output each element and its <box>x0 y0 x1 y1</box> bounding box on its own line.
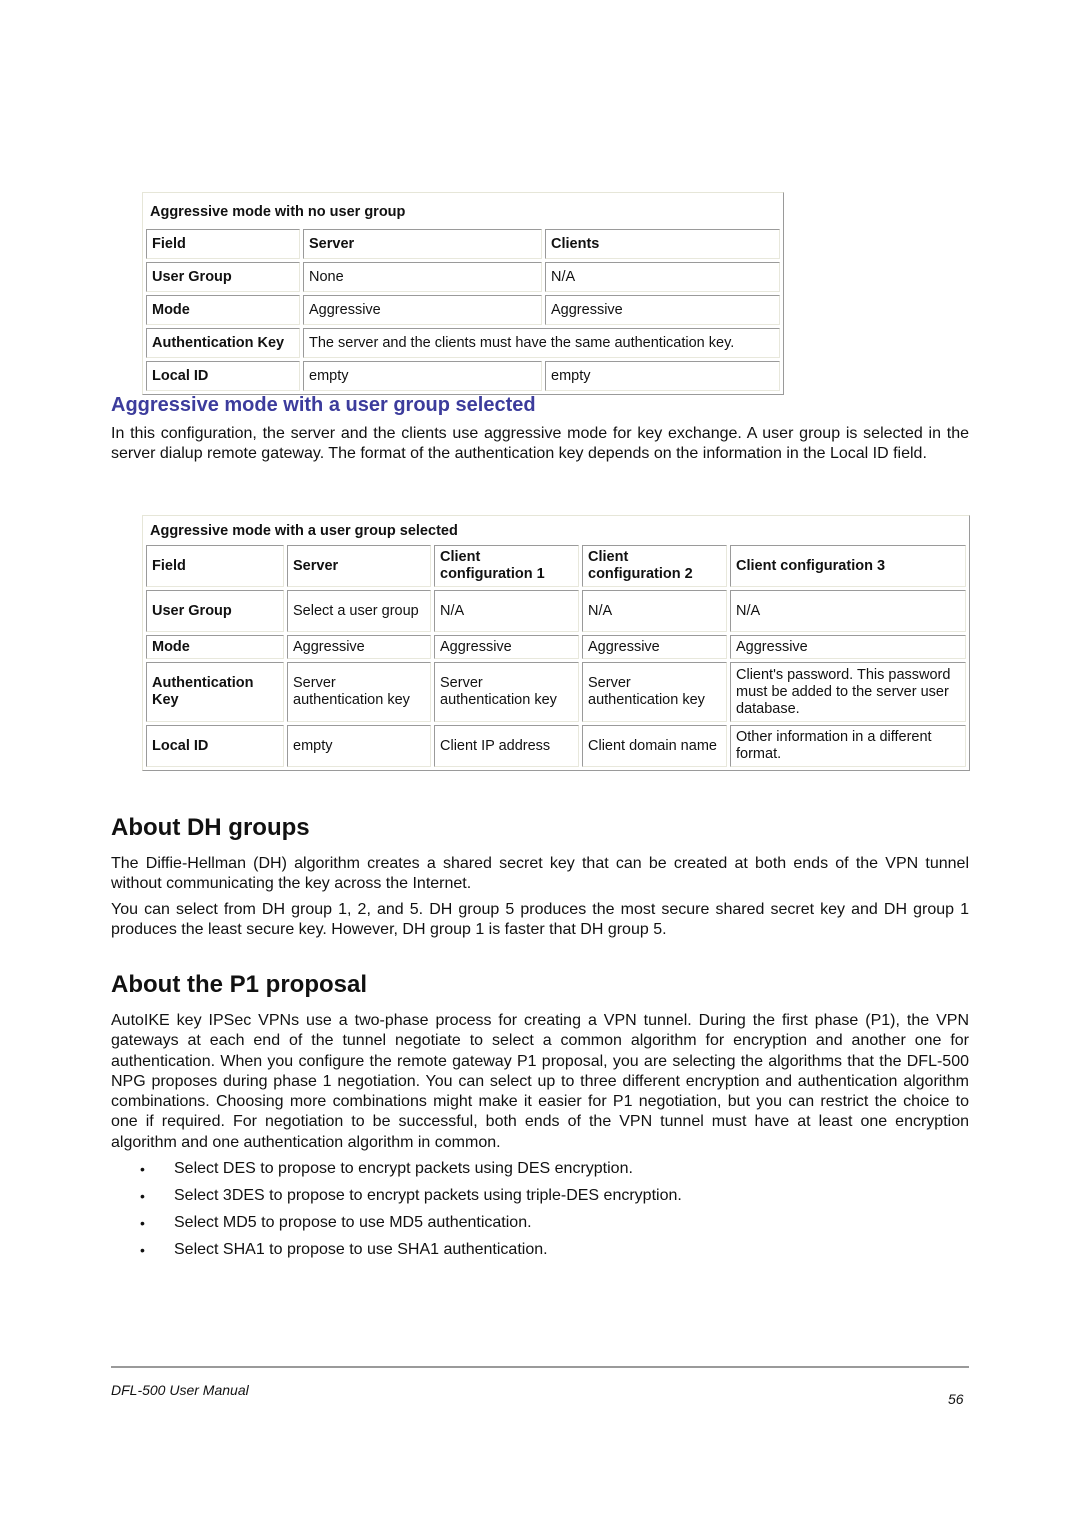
footer-divider <box>111 1366 969 1368</box>
cell-server: empty <box>303 361 542 391</box>
header-client-config-1: Client configuration 1 <box>434 545 579 587</box>
cell-field: Authentication Key <box>146 328 300 358</box>
header-field: Field <box>146 545 284 587</box>
header-client-config-3: Client configuration 3 <box>730 545 966 587</box>
list-item-text: Select 3DES to propose to encrypt packet… <box>174 1187 682 1204</box>
cell-field: Mode <box>146 635 284 659</box>
table-header-row: Field Server Clients <box>146 229 780 259</box>
cell-client-1: Aggressive <box>434 635 579 659</box>
cell-field: User Group <box>146 262 300 292</box>
cell-field: Local ID <box>146 725 284 767</box>
cell-client-3: Client's password. This password must be… <box>730 662 966 722</box>
table-row: Authentication Key The server and the cl… <box>146 328 780 358</box>
paragraph-user-group: In this configuration, the server and th… <box>111 425 969 463</box>
table-aggressive-user-group-selected: Aggressive mode with a user group select… <box>142 515 970 771</box>
list-item: • Select DES to propose to encrypt packet… <box>140 1159 682 1186</box>
cell-client-2: N/A <box>582 590 727 632</box>
cell-server: Aggressive <box>287 635 431 659</box>
paragraph-p1: AutoIKE key IPSec VPNs use a two-phase p… <box>111 1012 969 1151</box>
list-item-text: Select MD5 to propose to use MD5 authent… <box>174 1214 532 1231</box>
header-clients: Clients <box>545 229 780 259</box>
header-server: Server <box>287 545 431 587</box>
cell-client-1: Client IP address <box>434 725 579 767</box>
list-item: • Select MD5 to propose to use MD5 authen… <box>140 1213 682 1240</box>
table-aggressive-no-user-group: Aggressive mode with no user group Field… <box>142 192 784 395</box>
cell-client-2: Server authentication key <box>582 662 727 722</box>
header-server: Server <box>303 229 542 259</box>
page-number: 56 <box>948 1391 964 1407</box>
cell-client-1: N/A <box>434 590 579 632</box>
cell-merged: The server and the clients must have the… <box>303 328 780 358</box>
paragraph-dh-2: You can select from DH group 1, 2, and 5… <box>111 901 969 939</box>
cell-clients: empty <box>545 361 780 391</box>
cell-client-1: Server authentication key <box>434 662 579 722</box>
cell-field: User Group <box>146 590 284 632</box>
header-client-config-2: Client configuration 2 <box>582 545 727 587</box>
section-heading-dh-groups: About DH groups <box>111 814 310 841</box>
table-header-row: Field Server Client configuration 1 Clie… <box>146 545 966 587</box>
cell-field: Local ID <box>146 361 300 391</box>
paragraph-dh-1: The Diffie-Hellman (DH) algorithm create… <box>111 855 969 893</box>
cell-server: Select a user group <box>287 590 431 632</box>
header-field: Field <box>146 229 300 259</box>
table-caption: Aggressive mode with a user group select… <box>150 523 458 539</box>
list-item-text: Select DES to propose to encrypt packets… <box>174 1160 633 1177</box>
cell-server: None <box>303 262 542 292</box>
bullet-icon: • <box>140 1188 145 1204</box>
cell-clients: Aggressive <box>545 295 780 325</box>
table-row: Local ID empty Client IP address Client … <box>146 725 966 767</box>
cell-client-3: N/A <box>730 590 966 632</box>
cell-field: Mode <box>146 295 300 325</box>
cell-field: Authentication Key <box>146 662 284 722</box>
cell-client-2: Client domain name <box>582 725 727 767</box>
list-item: • Select SHA1 to propose to use SHA1 auth… <box>140 1240 682 1267</box>
table-row: User Group Select a user group N/A N/A N… <box>146 590 966 632</box>
bullet-icon: • <box>140 1215 145 1231</box>
bullet-icon: • <box>140 1242 145 1258</box>
table-caption: Aggressive mode with no user group <box>150 203 406 220</box>
footer-manual-title: DFL-500 User Manual <box>111 1382 249 1398</box>
cell-clients: N/A <box>545 262 780 292</box>
section-heading-user-group: Aggressive mode with a user group select… <box>111 394 536 416</box>
cell-client-3: Other information in a different format. <box>730 725 966 767</box>
section-heading-p1-proposal: About the P1 proposal <box>111 971 368 998</box>
table-row: Local ID empty empty <box>146 361 780 391</box>
bullet-list-p1-options: • Select DES to propose to encrypt packet… <box>140 1159 682 1267</box>
cell-server: Server authentication key <box>287 662 431 722</box>
cell-client-2: Aggressive <box>582 635 727 659</box>
table-row: Authentication Key Server authentication… <box>146 662 966 722</box>
cell-client-3: Aggressive <box>730 635 966 659</box>
bullet-icon: • <box>140 1161 145 1177</box>
table-row: User Group None N/A <box>146 262 780 292</box>
table-row: Mode Aggressive Aggressive <box>146 295 780 325</box>
cell-server: empty <box>287 725 431 767</box>
table-row: Mode Aggressive Aggressive Aggressive Ag… <box>146 635 966 659</box>
cell-server: Aggressive <box>303 295 542 325</box>
list-item: • Select 3DES to propose to encrypt packe… <box>140 1186 682 1213</box>
list-item-text: Select SHA1 to propose to use SHA1 authe… <box>174 1241 548 1258</box>
